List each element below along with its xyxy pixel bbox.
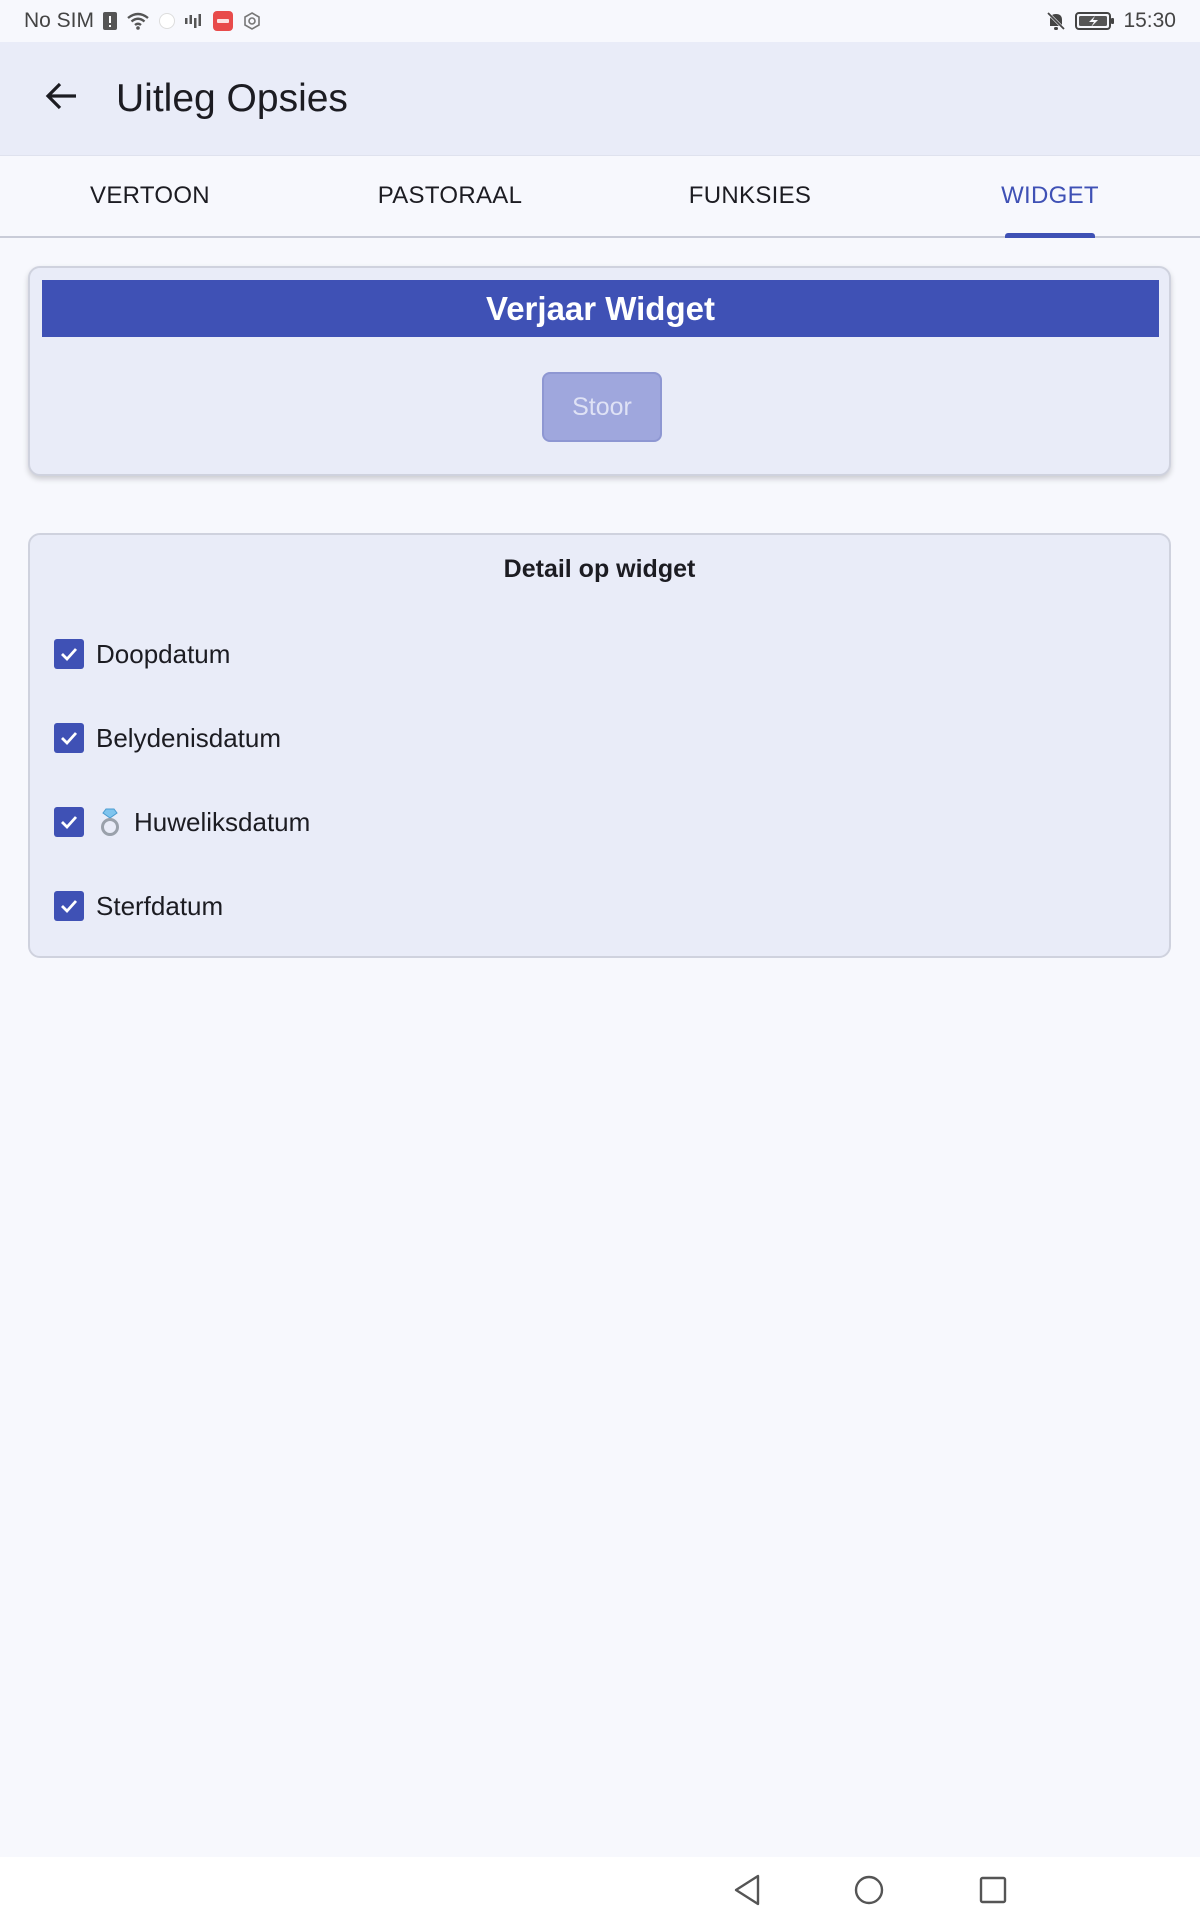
detail-card: Detail op widget Doopdatum Belydenisdatu…	[28, 533, 1171, 958]
vpn-icon	[242, 11, 262, 31]
notification-app-icon	[212, 10, 234, 32]
option-label: Belydenisdatum	[96, 722, 281, 753]
hotspot-icon	[158, 12, 176, 30]
battery-charging-icon	[1075, 11, 1115, 31]
checkbox-huweliksdatum[interactable]	[54, 807, 84, 837]
section-title: Detail op widget	[503, 555, 696, 583]
app-bar: Uitleg Opsies	[0, 42, 1200, 156]
mute-bell-icon	[1045, 10, 1067, 32]
system-nav-bar	[0, 1857, 1200, 1920]
save-button[interactable]: Stoor	[542, 372, 662, 442]
tab-label: PASTORAAL	[377, 182, 523, 209]
checkbox-doopdatum[interactable]	[54, 639, 84, 669]
widget-card: Verjaar Widget Stoor	[28, 266, 1171, 476]
recents-square-icon	[979, 1876, 1007, 1904]
check-icon	[61, 648, 78, 662]
status-right: 15:30	[1045, 9, 1176, 33]
tab-label: WIDGET	[1001, 182, 1099, 209]
wifi-icon	[126, 11, 150, 31]
status-bar: No SIM 15:30	[0, 0, 1200, 42]
arrow-left-icon	[45, 81, 79, 116]
carrier-text: No SIM	[24, 9, 95, 32]
option-label: Huweliksdatum	[134, 806, 311, 837]
tab-bar: VERTOON PASTORAAL FUNKSIES WIDGET	[0, 156, 1200, 238]
status-left: No SIM	[24, 9, 262, 33]
sim-alert-icon	[102, 11, 118, 31]
nav-home-button[interactable]	[844, 1865, 894, 1915]
checkbox-sterfdatum[interactable]	[54, 891, 84, 921]
widget-header: Verjaar Widget	[42, 280, 1159, 337]
option-label: Sterfdatum	[96, 890, 224, 921]
option-label: Doopdatum	[96, 638, 231, 669]
tab-label: FUNKSIES	[688, 182, 812, 209]
option-belydenisdatum[interactable]: Belydenisdatum	[54, 714, 281, 762]
tab-vertoon[interactable]: VERTOON	[0, 156, 300, 236]
back-triangle-icon	[734, 1874, 760, 1906]
tab-widget[interactable]: WIDGET	[900, 156, 1200, 238]
nav-recents-button[interactable]	[968, 1865, 1018, 1915]
home-circle-icon	[854, 1875, 884, 1905]
check-icon	[61, 816, 78, 830]
back-button[interactable]	[30, 67, 94, 131]
nav-back-button[interactable]	[722, 1865, 772, 1915]
signal-icon	[184, 12, 204, 30]
option-doopdatum[interactable]: Doopdatum	[54, 630, 230, 678]
ring-icon	[96, 807, 124, 837]
tab-active-indicator	[1005, 233, 1095, 238]
clock-text: 15:30	[1123, 9, 1176, 32]
check-icon	[61, 900, 78, 914]
option-huweliksdatum[interactable]: Huweliksdatum	[54, 798, 310, 846]
tab-pastoraal[interactable]: PASTORAAL	[300, 156, 600, 236]
checkbox-belydenisdatum[interactable]	[54, 723, 84, 753]
page-title: Uitleg Opsies	[116, 76, 348, 120]
check-icon	[61, 732, 78, 746]
tab-label: VERTOON	[90, 182, 210, 209]
option-sterfdatum[interactable]: Sterfdatum	[54, 882, 223, 930]
tab-funksies[interactable]: FUNKSIES	[600, 156, 900, 236]
